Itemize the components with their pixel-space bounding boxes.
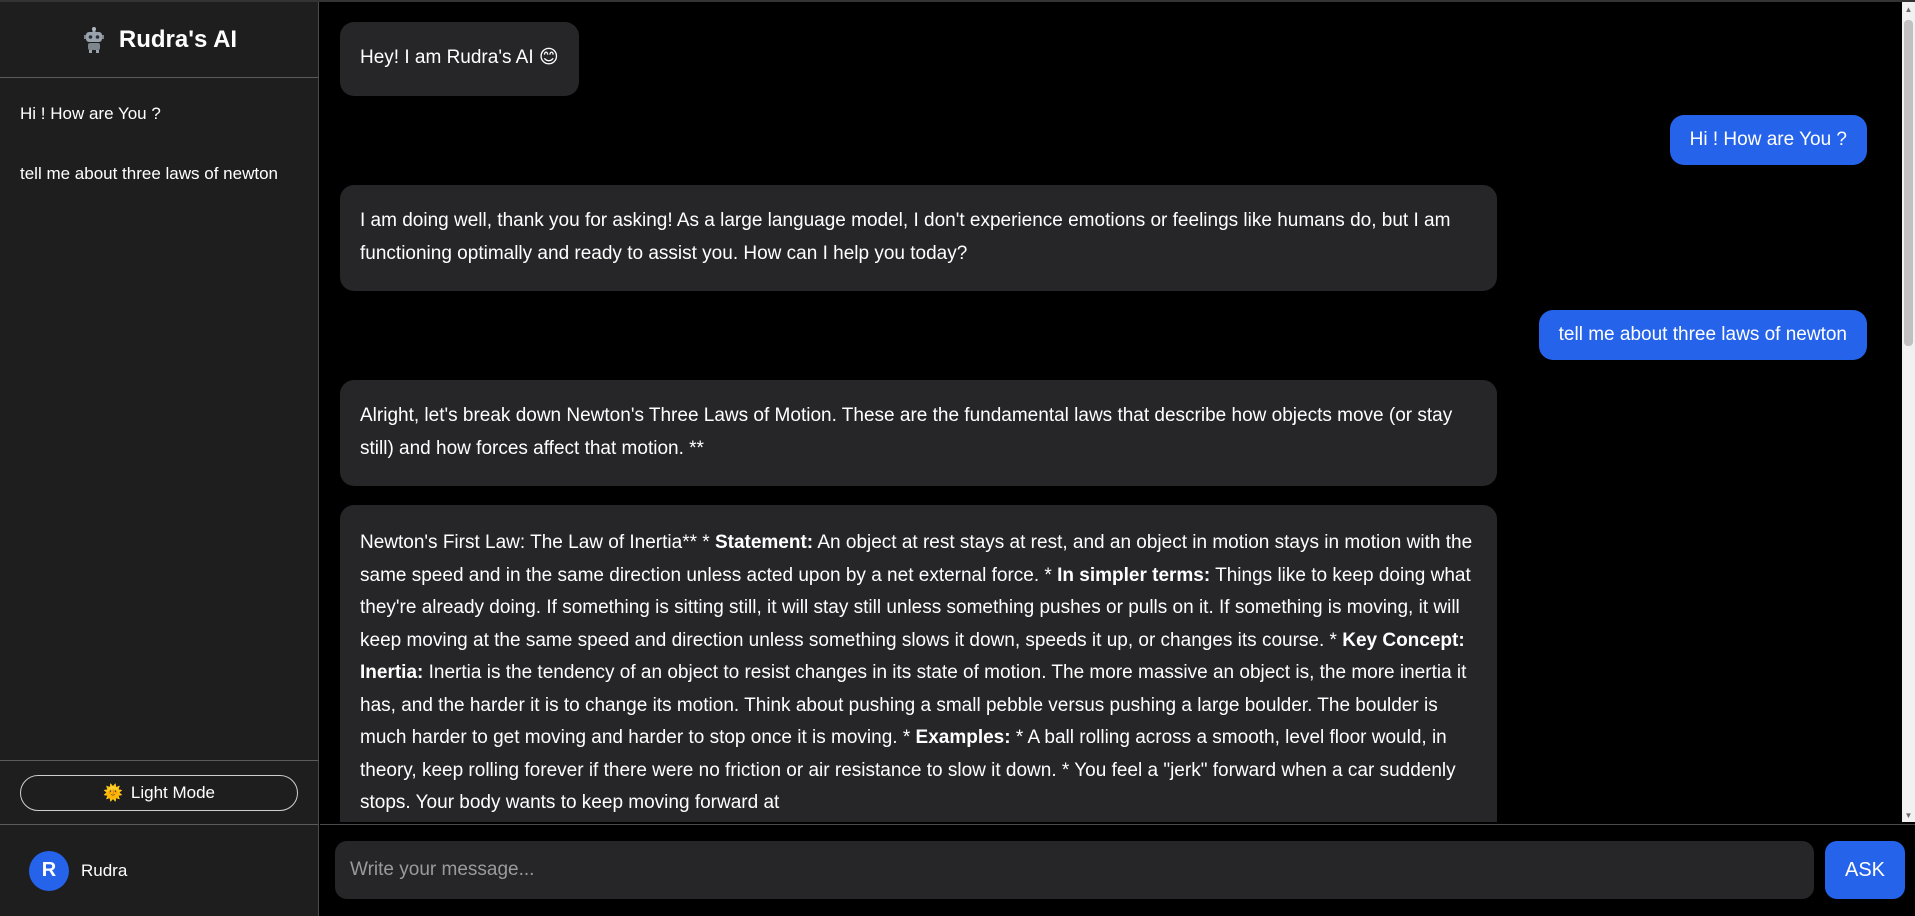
history-item[interactable]: Hi ! How are You ?: [0, 104, 318, 164]
user-profile[interactable]: R Rudra: [0, 824, 318, 916]
history-item[interactable]: tell me about three laws of newton: [0, 164, 318, 224]
app-title: Rudra's AI: [118, 25, 238, 53]
chat-history-list: Hi ! How are You ? tell me about three l…: [0, 78, 318, 224]
message-composer: ASK: [320, 824, 1915, 916]
chat-scrollbar[interactable]: ▲ ▼: [1902, 2, 1915, 822]
message-text: Newton's First Law: The Law of Inertia**…: [360, 532, 715, 553]
bot-message: Alright, let's break down Newton's Three…: [340, 380, 1497, 486]
theme-toggle-area: 🌞 Light Mode: [0, 760, 318, 824]
user-message: Hi ! How are You ?: [1669, 115, 1867, 165]
ask-button[interactable]: ASK: [1825, 841, 1905, 899]
light-mode-label: Light Mode: [130, 782, 216, 802]
chat-area: Hey! I am Rudra's AI 😊 Hi ! How are You …: [320, 2, 1902, 822]
avatar: R: [29, 850, 69, 891]
message-input[interactable]: [335, 841, 1814, 899]
bot-message: I am doing well, thank you for asking! A…: [340, 185, 1497, 291]
main-panel: Hey! I am Rudra's AI 😊 Hi ! How are You …: [320, 2, 1915, 916]
bot-message-long: Newton's First Law: The Law of Inertia**…: [340, 505, 1497, 822]
app-window: Rudra's AI Hi ! How are You ? tell me ab…: [0, 0, 1915, 916]
sidebar: Rudra's AI Hi ! How are You ? tell me ab…: [0, 2, 319, 916]
light-mode-button[interactable]: 🌞 Light Mode: [20, 774, 298, 811]
scroll-thumb[interactable]: [1904, 20, 1913, 346]
user-message: tell me about three laws of newton: [1538, 310, 1867, 360]
scroll-down-arrow-icon[interactable]: ▼: [1902, 808, 1915, 822]
bold-text: In simpler terms:: [1057, 564, 1211, 586]
bold-text: Examples:: [915, 727, 1011, 748]
sun-icon: 🌞: [102, 784, 123, 802]
bold-text: Statement:: [714, 532, 814, 553]
username: Rudra: [81, 860, 128, 880]
robot-icon: [83, 26, 104, 53]
scroll-up-arrow-icon[interactable]: ▲: [1902, 2, 1915, 16]
bot-message: Hey! I am Rudra's AI 😊: [340, 22, 579, 96]
brand-header: Rudra's AI: [0, 2, 318, 78]
